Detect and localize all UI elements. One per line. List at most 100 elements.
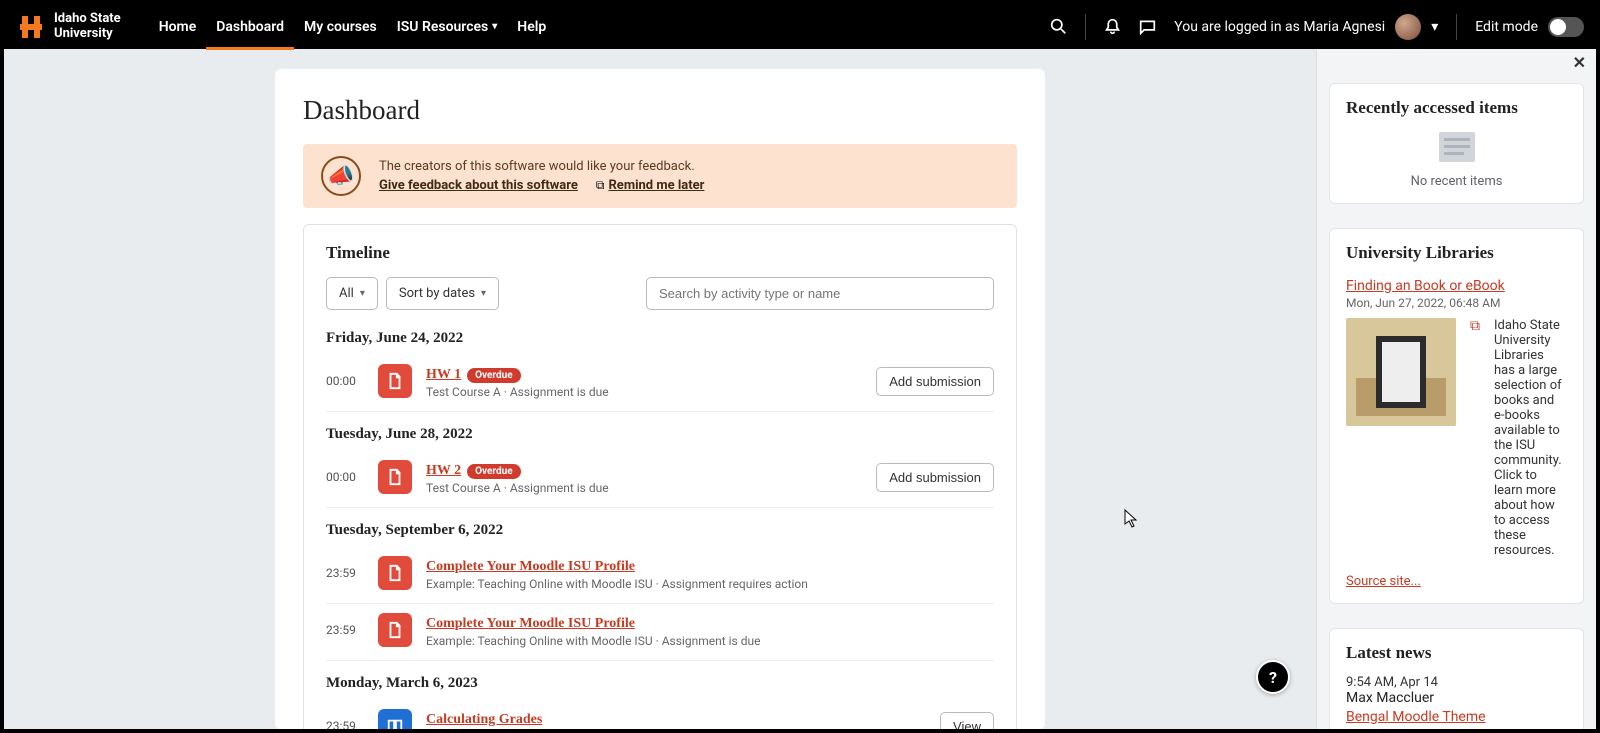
activity-title-link[interactable]: HW 2 <box>426 463 461 478</box>
edit-mode-toggle[interactable]: Edit mode <box>1475 17 1584 37</box>
activity-subtext: Test Course A · Assignment is due <box>426 385 862 399</box>
activity-body: Complete Your Moodle ISU Profile Example:… <box>426 555 994 591</box>
activity-time: 00:00 <box>326 470 364 484</box>
nav-my-courses[interactable]: My courses <box>294 4 387 49</box>
activity-body: Complete Your Moodle ISU Profile Example:… <box>426 612 994 648</box>
nav-home[interactable]: Home <box>149 4 207 49</box>
nav-help[interactable]: Help <box>507 4 556 49</box>
search-input[interactable] <box>646 277 994 310</box>
timeline-title: Timeline <box>326 243 994 263</box>
topbar: Idaho StateUniversity Home Dashboard My … <box>4 4 1596 49</box>
sort-label: Sort by dates <box>399 286 475 301</box>
brand-name: Idaho StateUniversity <box>54 12 121 41</box>
activity-row: 23:59 Complete Your Moodle ISU Profile Exa… <box>326 547 994 604</box>
activity-row: 23:59 Calculating GradesTeaching Online w… <box>326 700 994 729</box>
external-link-icon: ⧉ <box>596 178 605 192</box>
primary-nav: Home Dashboard My courses ISU Resources▾… <box>149 4 557 49</box>
scrollbar[interactable] <box>1316 49 1317 409</box>
news-headline-link[interactable]: Bengal Moodle Theme <box>1346 709 1486 725</box>
edit-mode-label: Edit mode <box>1475 19 1538 35</box>
assignment-icon <box>378 613 412 647</box>
activity-body: HW 2OverdueTest Course A · Assignment is… <box>426 459 862 495</box>
divider <box>1456 14 1457 40</box>
close-icon[interactable]: ✕ <box>1573 53 1586 72</box>
right-sidebar: ✕ Recently accessed items No recent item… <box>1316 49 1596 729</box>
feedback-link[interactable]: Give feedback about this software <box>379 178 578 193</box>
timeline-controls: All ▾ Sort by dates ▾ <box>326 277 994 310</box>
login-status: You are logged in as Maria Agnesi <box>1174 19 1385 35</box>
nav-dashboard[interactable]: Dashboard <box>206 4 294 49</box>
list-empty-icon <box>1437 130 1477 164</box>
latest-news-block: Latest news 9:54 AM, Apr 14 Max Maccluer… <box>1329 628 1584 729</box>
user-menu[interactable]: You are logged in as Maria Agnesi ▾ <box>1174 14 1438 40</box>
activity-time: 23:59 <box>326 566 364 580</box>
activity-body: HW 1 Overdue Test Course A · Assignment is… <box>426 363 862 399</box>
banner-text: The creators of this software would like… <box>379 159 718 174</box>
libraries-title: University Libraries <box>1346 243 1567 263</box>
activity-title-link[interactable]: Complete Your Moodle ISU Profile <box>426 616 635 631</box>
timeline-block: Timeline All ▾ Sort by dates ▾ Friday, J… <box>303 224 1017 729</box>
external-link-icon[interactable]: ⧉ <box>1470 318 1480 334</box>
assignment-icon <box>378 364 412 398</box>
page-title: Dashboard <box>303 95 1017 126</box>
activity-row: 00:00 HW 2OverdueTest Course A · Assignme… <box>326 451 994 508</box>
library-body: Idaho State University Libraries has a l… <box>1494 318 1567 558</box>
timeline-list: Friday, June 24, 2022 00:00 HW 1 Overdue Tes… <box>326 330 994 729</box>
library-article-date: Mon, Jun 27, 2022, 06:48 AM <box>1346 296 1567 310</box>
libraries-block: University Libraries Finding an Book or … <box>1329 228 1584 604</box>
activity-title-link[interactable]: HW 1 <box>426 367 461 382</box>
main-region: Dashboard 📣 The creators of this softwar… <box>4 49 1316 729</box>
chat-icon[interactable] <box>1139 18 1156 35</box>
help-fab[interactable]: ? <box>1256 660 1290 694</box>
topbar-right: You are logged in as Maria Agnesi ▾ Edit… <box>1050 14 1584 40</box>
library-article-link[interactable]: Finding an Book or eBook <box>1346 278 1505 294</box>
assignment-icon <box>378 556 412 590</box>
nav-isu-resources[interactable]: ISU Resources▾ <box>387 4 508 49</box>
activity-time: 23:59 <box>326 719 364 729</box>
chevron-down-icon: ▾ <box>481 288 486 299</box>
toggle-switch[interactable] <box>1548 17 1584 37</box>
day-header: Tuesday, June 28, 2022 <box>326 426 994 443</box>
activity-row: 23:59 Complete Your Moodle ISU Profile Exa… <box>326 604 994 661</box>
search-icon[interactable] <box>1050 18 1067 35</box>
activity-time: 00:00 <box>326 374 364 388</box>
add-submission-button[interactable]: Add submission <box>876 367 994 396</box>
bell-icon[interactable] <box>1104 18 1121 35</box>
news-author: Max Maccluer <box>1346 690 1567 706</box>
feedback-banner: 📣 The creators of this software would li… <box>303 144 1017 208</box>
activity-subtext: Test Course A · Assignment is due <box>426 481 862 495</box>
activity-body: Calculating GradesTeaching Online with M… <box>426 708 926 729</box>
source-site-link[interactable]: Source site... <box>1346 574 1421 589</box>
activity-title-link[interactable]: Complete Your Moodle ISU Profile <box>426 559 635 574</box>
news-time: 9:54 AM, Apr 14 <box>1346 675 1567 690</box>
remind-later-link[interactable]: Remind me later <box>608 178 704 193</box>
day-header: Friday, June 24, 2022 <box>326 330 994 347</box>
news-title: Latest news <box>1346 643 1567 663</box>
chevron-down-icon: ▾ <box>492 21 497 32</box>
sort-dropdown[interactable]: Sort by dates ▾ <box>386 277 499 310</box>
megaphone-icon: 📣 <box>321 156 361 196</box>
brand-logo[interactable]: Idaho StateUniversity <box>16 12 121 42</box>
activity-subtext: Example: Teaching Online with Moodle ISU… <box>426 634 994 648</box>
day-header: Monday, March 6, 2023 <box>326 675 994 692</box>
activity-row: 00:00 HW 1 Overdue Test Course A · Assignme… <box>326 355 994 412</box>
view-button[interactable]: View <box>940 712 994 730</box>
brand-mark-icon <box>16 12 46 42</box>
activity-subtext: Example: Teaching Online with Moodle ISU… <box>426 577 994 591</box>
dashboard-card: Dashboard 📣 The creators of this softwar… <box>275 69 1045 729</box>
activity-title-link[interactable]: Calculating Grades <box>426 712 542 727</box>
activity-time: 23:59 <box>326 623 364 637</box>
divider <box>1085 14 1086 40</box>
avatar <box>1395 14 1421 40</box>
chevron-down-icon: ▾ <box>360 288 365 299</box>
recently-accessed-block: Recently accessed items No recent items <box>1329 83 1584 204</box>
add-submission-button[interactable]: Add submission <box>876 463 994 492</box>
chevron-down-icon: ▾ <box>1431 19 1438 35</box>
overdue-badge: Overdue <box>467 368 521 383</box>
filter-label: All <box>339 286 354 301</box>
book-icon <box>378 709 412 729</box>
recent-empty: No recent items <box>1346 174 1567 189</box>
filter-dropdown[interactable]: All ▾ <box>326 277 378 310</box>
recent-title: Recently accessed items <box>1346 98 1567 118</box>
assignment-icon <box>378 460 412 494</box>
